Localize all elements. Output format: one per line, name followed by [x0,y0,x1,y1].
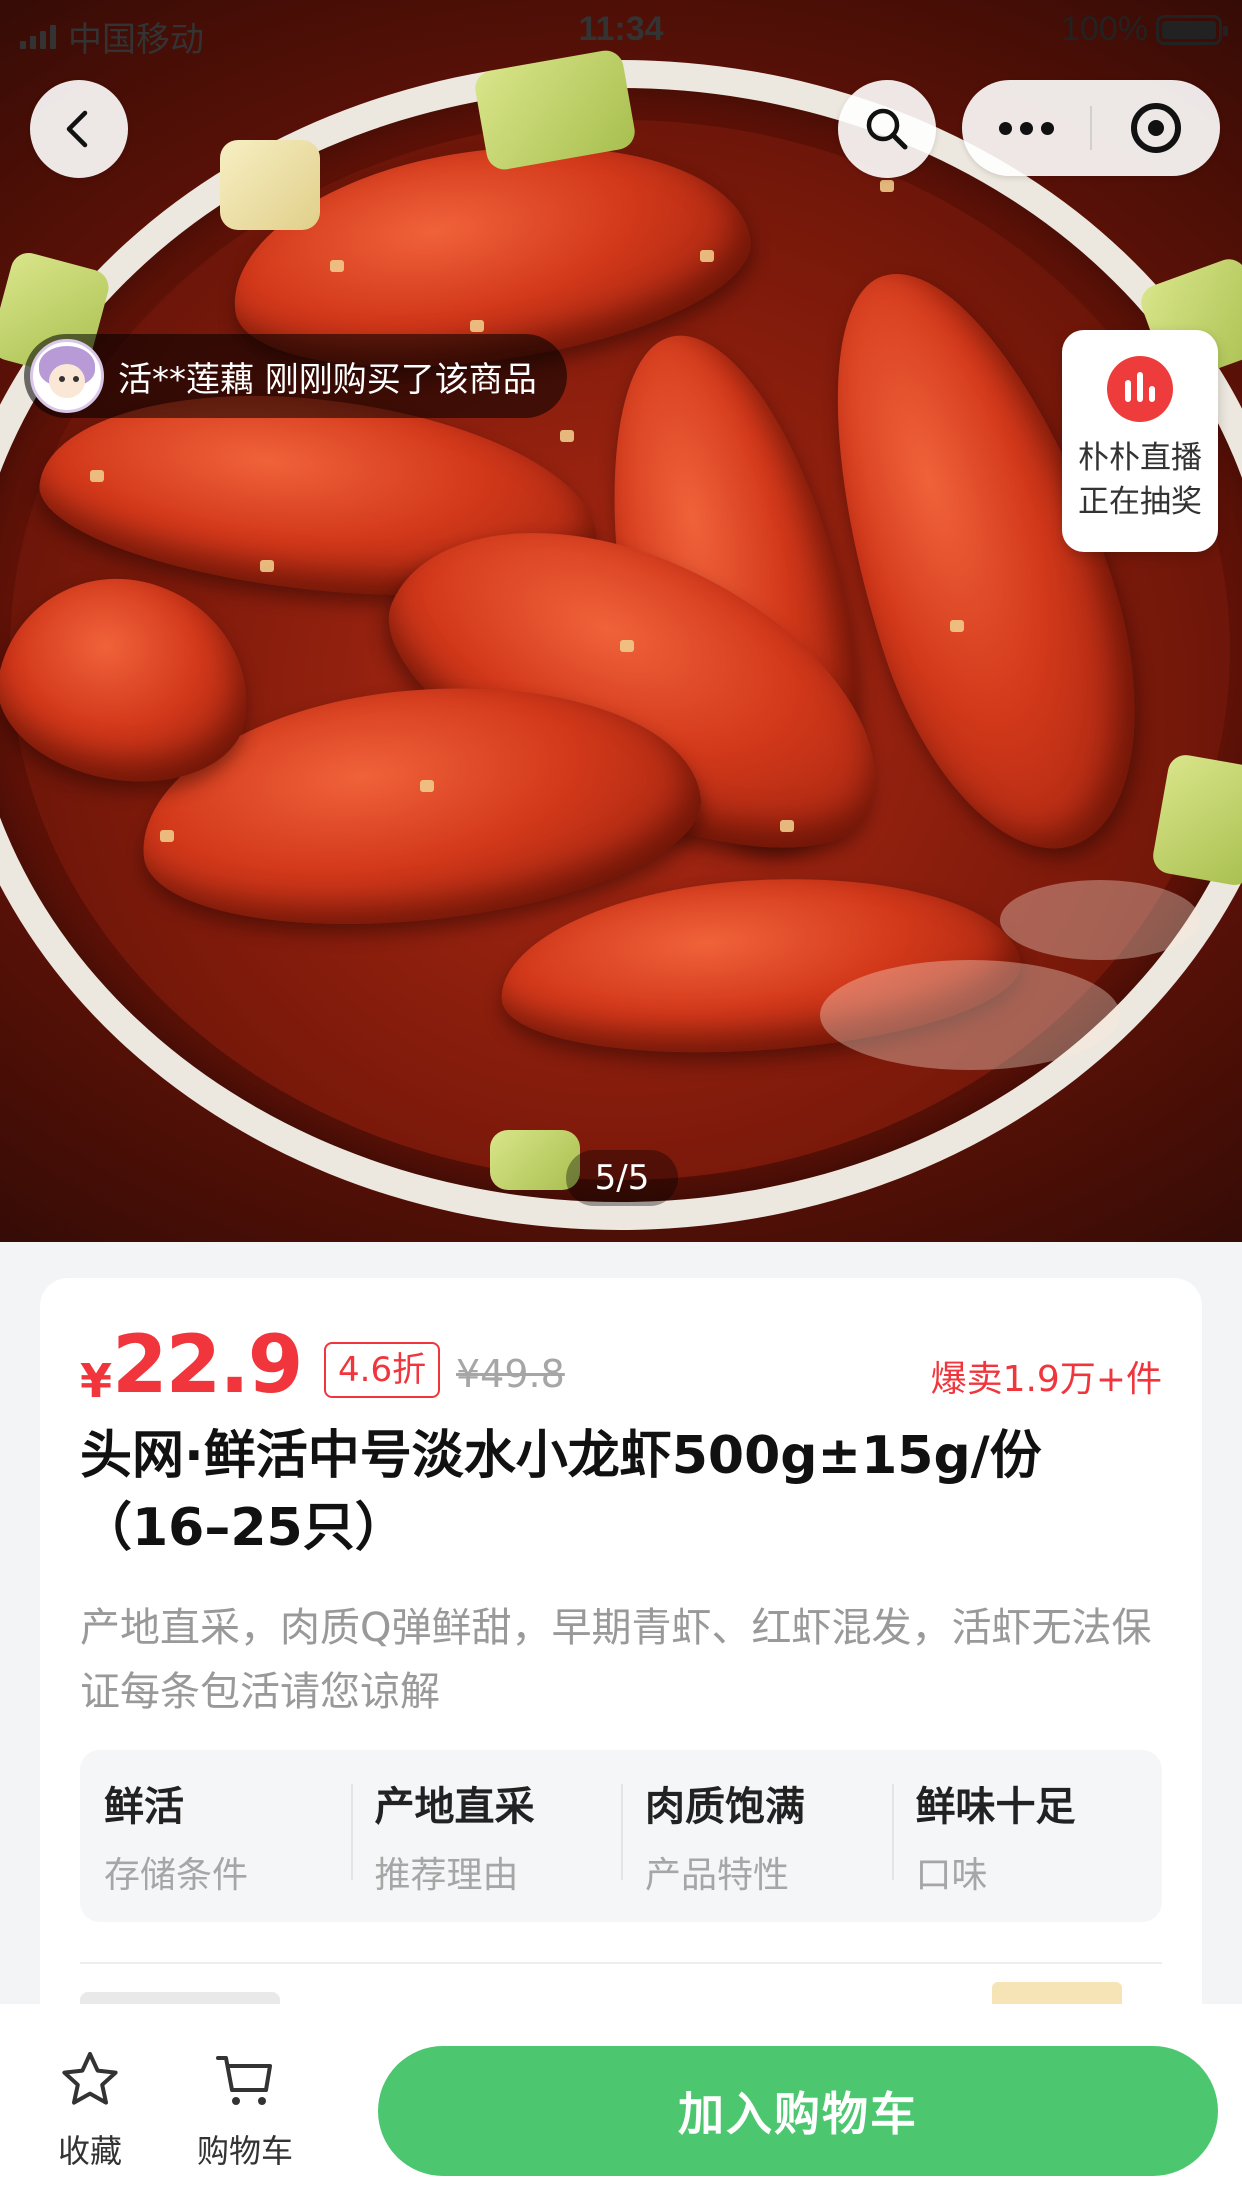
sauce-highlight [1000,880,1200,960]
search-button[interactable] [838,80,936,178]
feature-item: 鲜活 存储条件 [80,1774,351,1898]
star-icon [62,2052,118,2105]
target-icon [1131,103,1181,153]
favorite-button[interactable]: 收藏 [30,2046,150,2172]
feature-label: 口味 [915,1855,988,1896]
close-miniprogram-button[interactable] [1092,80,1220,176]
garlic-bit [470,320,484,332]
battery-group: 100% [1061,10,1228,49]
product-description: 产地直采，肉质Q弹鲜甜，早期青虾、红虾混发，活虾无法保证每条包活请您谅解 [80,1605,1152,1715]
image-page-indicator: 5/5 [566,1150,678,1206]
more-button[interactable] [962,80,1090,176]
original-price: ¥49.8 [456,1352,565,1396]
sauce-highlight [820,960,1120,1070]
currency-symbol: ¥ [80,1354,113,1408]
miniprogram-capsule [962,80,1220,176]
product-page: 中国移动 11:34 100% 活**莲藕 刚刚购买了该商品 朴朴直播 正在抽奖… [0,0,1242,2208]
product-image-gallery[interactable]: 中国移动 11:34 100% 活**莲藕 刚刚购买了该商品 朴朴直播 正在抽奖… [0,0,1242,1242]
price-row: ¥ 22.9 4.6折 ¥49.8 爆卖1.9万+件 [80,1318,1162,1411]
back-button[interactable] [30,80,128,178]
feature-item: 肉质饱满 产品特性 [621,1774,892,1898]
feature-strip: 鲜活 存储条件 产地直采 推荐理由 肉质饱满 产品特性 鲜味十足 口味 [80,1750,1162,1922]
sales-count: 爆卖1.9万+件 [930,1359,1162,1400]
favorite-label: 收藏 [57,2132,122,2170]
sale-price: 22.9 [112,1318,303,1411]
live-text-line2: 正在抽奖 [1078,484,1202,520]
product-title: 头网·鲜活中号淡水小龙虾500g±15g/份（16–25只） [80,1426,1042,1558]
feature-item: 鲜味十足 口味 [891,1774,1163,1898]
garlic-bit [780,820,794,832]
section-divider [80,1962,1162,1964]
cart-label: 购物车 [196,2132,293,2170]
garlic-bit [260,560,274,572]
product-info-card: ¥ 22.9 4.6折 ¥49.8 爆卖1.9万+件 头网·鲜活中号淡水小龙虾5… [40,1278,1202,2038]
garlic-bit [420,780,434,792]
add-to-cart-button[interactable]: 加入购物车 [378,2046,1218,2176]
back-icon [66,110,88,148]
search-icon [866,108,908,150]
clock: 11:34 [578,10,664,48]
vegetable-piece [220,140,320,230]
garlic-bit [700,250,714,262]
bottom-action-bar: 收藏 购物车 加入购物车 [0,2004,1242,2208]
feature-label: 推荐理由 [374,1855,519,1896]
recent-buyer-notice: 活**莲藕 刚刚购买了该商品 [24,334,567,418]
feature-label: 产品特性 [645,1855,790,1896]
feature-label: 存储条件 [104,1855,249,1896]
feature-item: 产地直采 推荐理由 [350,1774,622,1898]
live-text: 朴朴直播 正在抽奖 [1078,436,1202,524]
cart-button[interactable]: 购物车 [185,2046,305,2172]
buyer-notice-text: 活**莲藕 刚刚购买了该商品 [118,359,537,400]
garlic-bit [160,830,174,842]
battery-percent: 100% [1061,10,1148,48]
feature-value: 鲜味十足 [915,1784,1076,1830]
feature-value: 产地直采 [374,1784,535,1830]
status-bar: 中国移动 11:34 100% [0,0,1242,64]
live-stream-entry[interactable]: 朴朴直播 正在抽奖 [1062,330,1218,552]
garlic-bit [950,620,964,632]
live-text-line1: 朴朴直播 [1078,440,1202,476]
garlic-bit [560,430,574,442]
buyer-avatar [30,339,104,413]
garlic-bit [90,470,104,482]
cart-icon [216,2056,272,2105]
more-icon [998,121,1012,135]
garlic-bit [330,260,344,272]
garlic-bit [620,640,634,652]
discount-badge: 4.6折 [324,1342,441,1398]
live-icon [1107,356,1173,422]
battery-icon [1156,14,1228,45]
garlic-bit [880,180,894,192]
feature-value: 肉质饱满 [645,1784,805,1830]
feature-value: 鲜活 [104,1784,184,1830]
